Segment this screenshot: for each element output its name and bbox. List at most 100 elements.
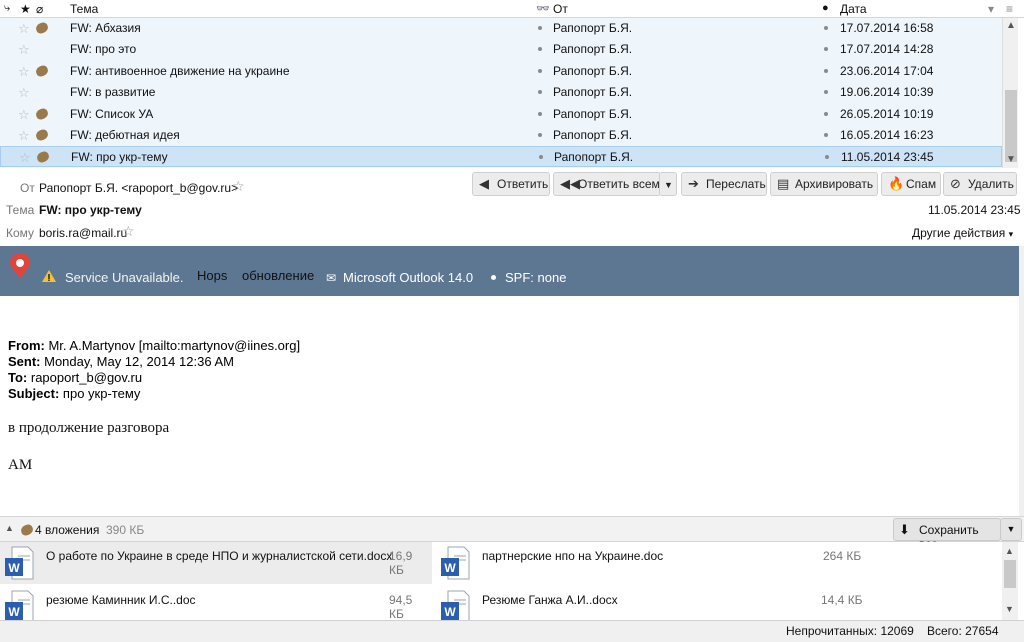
other-actions-button[interactable]: Другие действия ▾ bbox=[912, 226, 1013, 240]
message-from: Рапопорт Б.Я. bbox=[554, 150, 634, 165]
read-status-dot[interactable] bbox=[538, 90, 542, 95]
read-status-dot[interactable] bbox=[538, 133, 542, 137]
column-date[interactable]: Дата bbox=[840, 2, 867, 16]
attachment-item[interactable]: Wрезюме Каминник И.С..doc 94,5 КБ bbox=[0, 586, 430, 624]
star-icon[interactable]: ☆ bbox=[232, 178, 245, 195]
attachment-count[interactable]: 4 вложения bbox=[35, 523, 99, 537]
total-count: Всего: 27654 bbox=[927, 624, 999, 638]
star-icon[interactable]: ☆ bbox=[19, 150, 31, 166]
junk-status-dot[interactable] bbox=[824, 26, 828, 30]
reply-all-label: Ответить всем bbox=[578, 177, 660, 191]
unread-count: Непрочитанных: 12069 bbox=[786, 624, 914, 638]
attachment-scrollbar[interactable]: ▲ ▼ bbox=[1002, 542, 1018, 620]
read-column-icon[interactable]: 👓 bbox=[536, 2, 550, 15]
junk-column-icon[interactable]: ● bbox=[822, 2, 829, 14]
reply-all-icon: ◀◀ bbox=[560, 176, 580, 191]
attachment-icon bbox=[34, 21, 50, 35]
word-doc-icon: W bbox=[5, 590, 34, 624]
quoted-sent-label: Sent: bbox=[8, 354, 41, 369]
read-status-dot[interactable] bbox=[538, 47, 542, 52]
spam-button[interactable]: 🔥 Спам bbox=[881, 172, 941, 196]
quoted-from-value: Mr. A.Martynov [mailto:martynov@iines.or… bbox=[48, 338, 301, 353]
scroll-thumb[interactable] bbox=[1004, 560, 1016, 588]
save-all-button[interactable]: ⬇ Сохранить все bbox=[893, 518, 1001, 551]
message-row[interactable]: ☆ FW: Список УА Рапопорт Б.Я. 26.05.2014 10… bbox=[0, 104, 1002, 125]
message-date: 17.07.2014 16:58 bbox=[840, 21, 934, 35]
message-from: Рапопорт Б.Я. bbox=[553, 21, 633, 35]
scroll-up-icon[interactable]: ▲ bbox=[1005, 546, 1014, 556]
message-row[interactable]: ☆ FW: Абхазия Рапопорт Б.Я. 17.07.2014 16:5… bbox=[0, 18, 1002, 39]
junk-status-dot[interactable] bbox=[824, 133, 828, 137]
quoted-header: From: Mr. A.Martynov [mailto:martynov@ii… bbox=[8, 338, 300, 402]
save-all-dropdown[interactable]: ▼ bbox=[1000, 518, 1022, 541]
junk-status-dot[interactable] bbox=[825, 155, 829, 160]
star-icon[interactable]: ☆ bbox=[18, 42, 30, 58]
message-from: Рапопорт Б.Я. bbox=[553, 85, 633, 100]
read-status-dot[interactable] bbox=[539, 155, 543, 160]
star-icon[interactable]: ☆ bbox=[122, 223, 135, 240]
subject-label: Тема bbox=[6, 203, 35, 217]
collapse-icon[interactable]: ▲ bbox=[5, 523, 14, 533]
scroll-down-icon[interactable]: ▼ bbox=[1005, 604, 1014, 614]
reply-button[interactable]: ◀ Ответить bbox=[472, 172, 550, 196]
attachment-item[interactable]: Wпартнерские нпо на Украине.doc 264 КБ bbox=[436, 542, 866, 580]
message-date: 11.05.2014 23:45 bbox=[841, 150, 934, 165]
star-icon[interactable]: ☆ bbox=[18, 107, 30, 123]
message-from: Рапопорт Б.Я. bbox=[553, 42, 633, 57]
star-icon[interactable]: ☆ bbox=[18, 64, 30, 80]
star-icon[interactable]: ☆ bbox=[18, 128, 30, 144]
forward-button[interactable]: ➔ Переслать bbox=[681, 172, 767, 196]
attachment-item[interactable]: W Резюме Ганжа А.И..docx 14,4 КБ bbox=[436, 586, 866, 624]
message-date: 26.05.2014 10:19 bbox=[840, 106, 934, 121]
column-from[interactable]: От bbox=[553, 2, 568, 16]
star-icon[interactable]: ☆ bbox=[18, 21, 30, 37]
archive-icon: ▤ bbox=[777, 176, 790, 191]
reply-all-button[interactable]: ◀◀ Ответить всем bbox=[553, 172, 661, 196]
message-row[interactable]: ☆ FW: про это Рапопорт Б.Я. 17.07.2014 14:2… bbox=[0, 39, 1002, 60]
attachment-column-icon[interactable]: ⌀ bbox=[36, 2, 43, 16]
scroll-up-icon[interactable]: ▲ bbox=[1006, 20, 1016, 31]
junk-status-dot[interactable] bbox=[824, 90, 828, 95]
reply-all-dropdown[interactable]: ▼ bbox=[659, 172, 677, 196]
read-status-dot[interactable] bbox=[538, 26, 542, 30]
message-row[interactable]: ☆ FW: антивоенное движение на украине Рапо… bbox=[0, 61, 1002, 82]
message-from: Рапопорт Б.Я. bbox=[553, 106, 633, 121]
attachment-icon bbox=[19, 523, 35, 537]
thread-column-icon[interactable]: ⤷ bbox=[4, 2, 10, 15]
scroll-thumb[interactable] bbox=[1005, 90, 1017, 162]
attachment-item[interactable]: W О работе по Украине в среде НПО и журна… bbox=[0, 542, 430, 580]
to-value[interactable]: boris.ra@mail.ru bbox=[39, 226, 127, 240]
subject-value: FW: про укр-тему bbox=[39, 203, 142, 217]
read-status-dot[interactable] bbox=[538, 68, 542, 73]
column-subject[interactable]: Тема bbox=[70, 2, 98, 16]
junk-status-dot[interactable] bbox=[824, 68, 828, 73]
sort-chevron-icon[interactable]: ▾ bbox=[988, 2, 994, 16]
junk-status-dot[interactable] bbox=[824, 111, 828, 116]
message-row[interactable]: ☆ FW: про укр-тему Рапопорт Б.Я. 11.05.2014… bbox=[0, 146, 1002, 168]
warning-icon bbox=[42, 270, 56, 282]
body-scrollbar[interactable] bbox=[1019, 246, 1024, 516]
star-column-icon[interactable]: ★ bbox=[20, 2, 31, 16]
status-banner: Service Unavailable. Hops обновление ✉ M… bbox=[0, 246, 1019, 296]
column-picker-icon[interactable]: ≡ bbox=[1006, 2, 1013, 16]
message-subject: FW: Абхазия bbox=[70, 21, 141, 35]
message-row[interactable]: ☆ FW: в развитие Рапопорт Б.Я. 19.06.2014 1… bbox=[0, 82, 1002, 103]
read-status-dot[interactable] bbox=[538, 111, 542, 116]
attachment-size: 264 КБ bbox=[823, 549, 862, 563]
attachment-icon bbox=[34, 128, 50, 142]
message-list-header: ⤷ ★ ⌀ Тема 👓 От ● Дата ▾ ≡ bbox=[0, 0, 1024, 18]
from-value[interactable]: Рапопорт Б.Я. <rapoport_b@gov.ru> bbox=[39, 181, 238, 195]
update-link[interactable]: обновление bbox=[242, 268, 314, 283]
message-date: 19.06.2014 10:39 bbox=[840, 85, 934, 100]
chevron-down-icon: ▼ bbox=[664, 180, 673, 190]
message-row[interactable]: ☆ FW: дебютная идея Рапопорт Б.Я. 16.05.201… bbox=[0, 125, 1002, 146]
archive-button[interactable]: ▤ Архивировать bbox=[770, 172, 878, 196]
delete-button[interactable]: ⊘ Удалить bbox=[943, 172, 1017, 196]
attachment-name: резюме Каминник И.С..doc bbox=[46, 593, 196, 607]
scroll-down-icon[interactable]: ▼ bbox=[1006, 154, 1016, 165]
junk-status-dot[interactable] bbox=[824, 47, 828, 52]
message-list-scrollbar[interactable]: ▲ ▼ bbox=[1002, 18, 1018, 168]
hops-link[interactable]: Hops bbox=[197, 268, 227, 283]
star-icon[interactable]: ☆ bbox=[18, 85, 30, 101]
location-pin-icon bbox=[10, 253, 30, 278]
